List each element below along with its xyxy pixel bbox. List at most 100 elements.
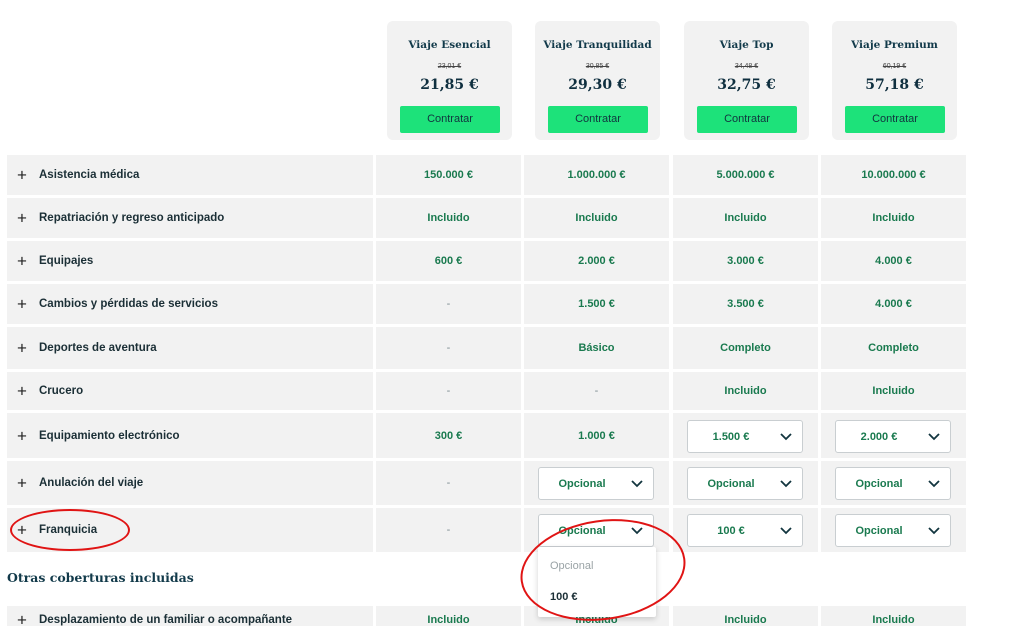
coverage-cell: Incluido xyxy=(673,198,818,238)
franquicia-premium-select[interactable]: Opcional xyxy=(835,514,951,547)
coverage-cell: Completo xyxy=(821,327,966,369)
coverage-label: Asistencia médica xyxy=(39,169,140,181)
coverage-cell: Incluido xyxy=(376,606,521,626)
chevron-down-icon xyxy=(631,526,643,534)
coverage-cell: - xyxy=(376,372,521,410)
coverage-cell: - xyxy=(524,372,669,410)
plan-old-price: 30,85 € xyxy=(585,63,610,70)
expand-plus-icon[interactable]: + xyxy=(17,475,27,492)
coverage-cell: 10.000.000 € xyxy=(821,155,966,195)
anulacion-top-select[interactable]: Opcional xyxy=(687,467,803,500)
coverage-label: Equipamiento electrónico xyxy=(39,429,180,442)
plan-price: 21,85 € xyxy=(420,77,479,93)
expand-plus-icon[interactable]: + xyxy=(17,296,27,313)
expand-plus-icon[interactable]: + xyxy=(17,522,27,539)
coverage-row-deportes-aventura[interactable]: + Deportes de aventura xyxy=(7,327,373,369)
coverage-cell: - xyxy=(376,508,521,552)
coverage-row-equipajes[interactable]: + Equipajes xyxy=(7,241,373,281)
coverage-cell: 4.000 € xyxy=(821,241,966,281)
plan-price: 32,75 € xyxy=(717,77,776,93)
coverage-label: Franquicia xyxy=(39,524,98,536)
coverage-cell: Básico xyxy=(524,327,669,369)
coverage-cell: 1.500 € xyxy=(524,284,669,324)
coverage-cell: Incluido xyxy=(376,198,521,238)
coverage-label: Desplazamiento de un familiar o acompaña… xyxy=(39,614,293,626)
coverage-cell: - xyxy=(376,327,521,369)
expand-plus-icon[interactable]: + xyxy=(17,340,27,357)
coverage-row-asistencia-medica[interactable]: + Asistencia médica xyxy=(7,155,373,195)
contratar-button[interactable]: Contratar xyxy=(845,106,945,133)
expand-plus-icon[interactable]: + xyxy=(17,253,27,270)
chevron-down-icon xyxy=(928,526,940,534)
coverage-cell: Incluido xyxy=(673,372,818,410)
coverage-cell: Incluido xyxy=(821,372,966,410)
contratar-button[interactable]: Contratar xyxy=(400,106,500,133)
coverage-cell: 5.000.000 € xyxy=(673,155,818,195)
coverage-row-cambios-perdidas[interactable]: + Cambios y pérdidas de servicios xyxy=(7,284,373,324)
coverage-cell: 3.500 € xyxy=(673,284,818,324)
equipamiento-top-select[interactable]: 1.500 € xyxy=(687,420,803,453)
coverage-cell: 2.000 € xyxy=(524,241,669,281)
expand-plus-icon[interactable]: + xyxy=(17,167,27,184)
coverage-cell: - xyxy=(376,461,521,505)
plan-card-esencial: Viaje Esencial 23,01 € 21,85 € Contratar xyxy=(387,21,512,140)
anulacion-premium-select[interactable]: Opcional xyxy=(835,467,951,500)
plan-card-premium: Viaje Premium 60,19 € 57,18 € Contratar xyxy=(832,21,957,140)
coverage-cell: Incluido xyxy=(821,198,966,238)
coverage-cell: 1.000.000 € xyxy=(524,155,669,195)
contratar-button[interactable]: Contratar xyxy=(548,106,648,133)
coverage-label: Cambios y pérdidas de servicios xyxy=(39,298,218,310)
plan-name: Viaje Tranquilidad xyxy=(543,39,652,51)
coverage-cell: Incluido xyxy=(821,606,966,626)
chevron-down-icon xyxy=(780,479,792,487)
coverage-cell: Incluido xyxy=(524,198,669,238)
coverage-row-repatriacion[interactable]: + Repatriación y regreso anticipado xyxy=(7,198,373,238)
franquicia-tranquilidad-select[interactable]: Opcional xyxy=(538,514,654,547)
coverage-cell: 300 € xyxy=(376,413,521,458)
coverage-row-desplazamiento-familiar[interactable]: + Desplazamiento de un familiar o acompa… xyxy=(7,606,373,629)
chevron-down-icon xyxy=(780,526,792,534)
chevron-down-icon xyxy=(631,479,643,487)
coverage-cell: 600 € xyxy=(376,241,521,281)
equipamiento-premium-select[interactable]: 2.000 € xyxy=(835,420,951,453)
chevron-down-icon xyxy=(928,479,940,487)
expand-plus-icon[interactable]: + xyxy=(17,427,27,444)
dropdown-option-opcional[interactable]: Opcional xyxy=(550,560,593,572)
plan-old-price: 34,48 € xyxy=(734,63,759,70)
dropdown-option-100[interactable]: 100 € xyxy=(550,591,578,603)
franquicia-top-select[interactable]: 100 € xyxy=(687,514,803,547)
coverage-cell: Completo xyxy=(673,327,818,369)
plan-price: 57,18 € xyxy=(865,77,924,93)
coverage-cell: 3.000 € xyxy=(673,241,818,281)
plan-name: Viaje Premium xyxy=(851,39,938,51)
section-title: Otras coberturas incluidas xyxy=(7,570,194,585)
coverage-label: Equipajes xyxy=(39,255,94,267)
coverage-label: Crucero xyxy=(39,385,84,397)
coverage-cell: Incluido xyxy=(673,606,818,626)
coverage-row-franquicia[interactable]: + Franquicia xyxy=(7,508,373,552)
coverage-row-crucero[interactable]: + Crucero xyxy=(7,372,373,410)
plan-name: Viaje Top xyxy=(719,39,774,51)
coverage-label: Anulación del viaje xyxy=(39,477,144,489)
chevron-down-icon xyxy=(928,432,940,440)
plan-old-price: 23,01 € xyxy=(437,63,462,70)
coverage-row-equipamiento-electronico[interactable]: + Equipamiento electrónico xyxy=(7,413,373,458)
coverage-cell: 1.000 € xyxy=(524,413,669,458)
coverage-cell: 150.000 € xyxy=(376,155,521,195)
coverage-cell: - xyxy=(376,284,521,324)
plan-name: Viaje Esencial xyxy=(408,39,491,51)
coverage-label: Repatriación y regreso anticipado xyxy=(39,212,225,224)
expand-plus-icon[interactable]: + xyxy=(17,210,27,227)
anulacion-tranquilidad-select[interactable]: Opcional xyxy=(538,467,654,500)
coverage-row-anulacion-viaje[interactable]: + Anulación del viaje xyxy=(7,461,373,505)
coverage-label: Deportes de aventura xyxy=(39,342,157,354)
chevron-down-icon xyxy=(780,432,792,440)
plan-price: 29,30 € xyxy=(568,77,627,93)
plan-card-tranquilidad: Viaje Tranquilidad 30,85 € 29,30 € Contr… xyxy=(535,21,660,140)
plan-card-top: Viaje Top 34,48 € 32,75 € Contratar xyxy=(684,21,809,140)
contratar-button[interactable]: Contratar xyxy=(697,106,797,133)
coverage-cell: 4.000 € xyxy=(821,284,966,324)
expand-plus-icon[interactable]: + xyxy=(17,383,27,400)
franquicia-dropdown-menu: Opcional 100 € xyxy=(538,547,656,617)
plan-old-price: 60,19 € xyxy=(882,63,907,70)
